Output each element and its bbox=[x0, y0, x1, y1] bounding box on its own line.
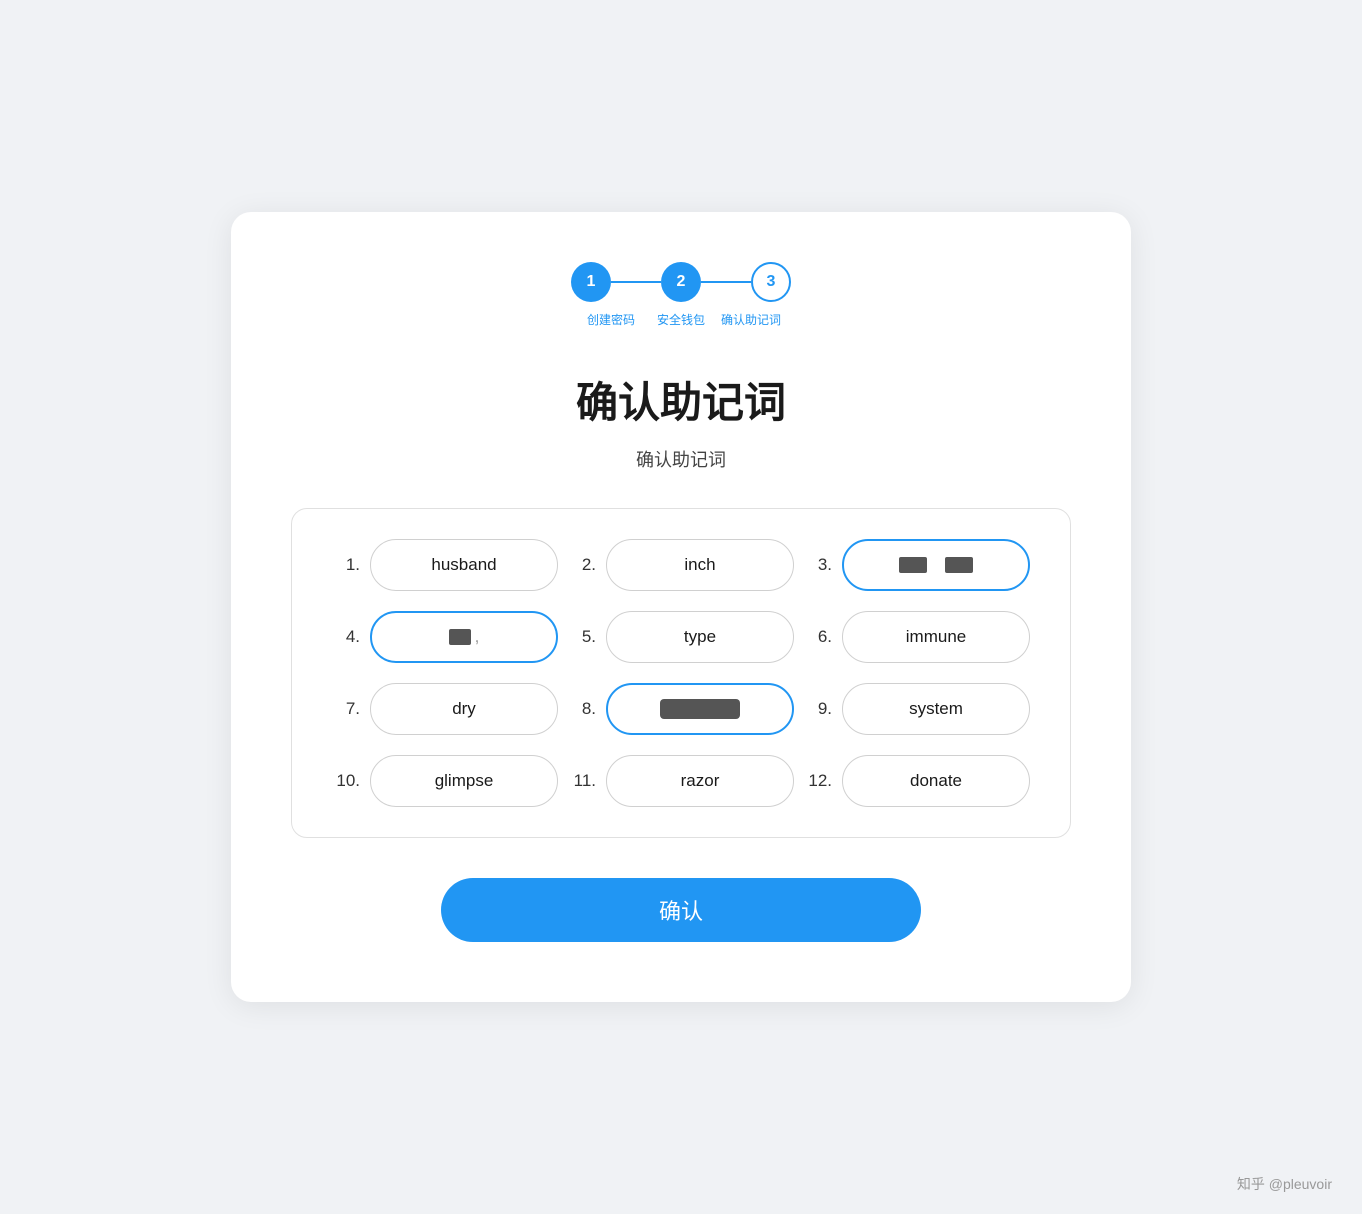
word-box-7[interactable]: dry bbox=[370, 683, 558, 735]
word-box-5[interactable]: type bbox=[606, 611, 794, 663]
word-item-12[interactable]: 12. donate bbox=[804, 755, 1030, 807]
stepper-labels: 创建密码 安全钱包 确认助记词 bbox=[576, 312, 786, 329]
page-title: 确认助记词 bbox=[291, 369, 1071, 430]
word-number-9: 9. bbox=[804, 699, 832, 719]
page-subtitle: 确认助记词 bbox=[291, 446, 1071, 472]
word-item-7[interactable]: 7. dry bbox=[332, 683, 558, 735]
word-number-6: 6. bbox=[804, 627, 832, 647]
word-item-3[interactable]: 3. bbox=[804, 539, 1030, 591]
word-item-8[interactable]: 8. bbox=[568, 683, 794, 735]
word-box-6[interactable]: immune bbox=[842, 611, 1030, 663]
word-box-9[interactable]: system bbox=[842, 683, 1030, 735]
word-number-12: 12. bbox=[804, 771, 832, 791]
word-box-11[interactable]: razor bbox=[606, 755, 794, 807]
word-item-6[interactable]: 6. immune bbox=[804, 611, 1030, 663]
word-box-1[interactable]: husband bbox=[370, 539, 558, 591]
word-grid: 1. husband 2. inch 3. 4., 5. type 6. immune 7. dry 8… bbox=[332, 539, 1030, 807]
step-1-label: 创建密码 bbox=[576, 312, 646, 329]
stepper: 1 2 3 创建密码 安全钱包 确认助记词 bbox=[291, 262, 1071, 329]
word-number-2: 2. bbox=[568, 555, 596, 575]
step-line-2 bbox=[701, 281, 751, 283]
word-box-12[interactable]: donate bbox=[842, 755, 1030, 807]
word-box-2[interactable]: inch bbox=[606, 539, 794, 591]
step-1-circle: 1 bbox=[571, 262, 611, 302]
word-item-2[interactable]: 2. inch bbox=[568, 539, 794, 591]
word-number-5: 5. bbox=[568, 627, 596, 647]
word-item-4[interactable]: 4., bbox=[332, 611, 558, 663]
word-number-7: 7. bbox=[332, 699, 360, 719]
stepper-circles: 1 2 3 bbox=[571, 262, 791, 302]
word-item-1[interactable]: 1. husband bbox=[332, 539, 558, 591]
word-number-10: 10. bbox=[332, 771, 360, 791]
word-number-1: 1. bbox=[332, 555, 360, 575]
word-grid-container: 1. husband 2. inch 3. 4., 5. type 6. immune 7. dry 8… bbox=[291, 508, 1071, 838]
word-item-11[interactable]: 11. razor bbox=[568, 755, 794, 807]
step-2-circle: 2 bbox=[661, 262, 701, 302]
word-box-4[interactable]: , bbox=[370, 611, 558, 663]
step-2-label: 安全钱包 bbox=[646, 312, 716, 329]
step-3-circle: 3 bbox=[751, 262, 791, 302]
main-card: 1 2 3 创建密码 安全钱包 确认助记词 确认助记词 确认助记词 1. husb… bbox=[231, 212, 1131, 1002]
word-number-11: 11. bbox=[568, 771, 596, 791]
word-box-8[interactable] bbox=[606, 683, 794, 735]
word-item-9[interactable]: 9. system bbox=[804, 683, 1030, 735]
word-box-10[interactable]: glimpse bbox=[370, 755, 558, 807]
word-number-3: 3. bbox=[804, 555, 832, 575]
step-3-label: 确认助记词 bbox=[716, 312, 786, 329]
step-line-1 bbox=[611, 281, 661, 283]
watermark: 知乎 @pleuvoir bbox=[1237, 1174, 1332, 1194]
word-item-10[interactable]: 10. glimpse bbox=[332, 755, 558, 807]
word-number-4: 4. bbox=[332, 627, 360, 647]
word-number-8: 8. bbox=[568, 699, 596, 719]
word-item-5[interactable]: 5. type bbox=[568, 611, 794, 663]
confirm-button[interactable]: 确认 bbox=[441, 878, 921, 942]
word-box-3[interactable] bbox=[842, 539, 1030, 591]
